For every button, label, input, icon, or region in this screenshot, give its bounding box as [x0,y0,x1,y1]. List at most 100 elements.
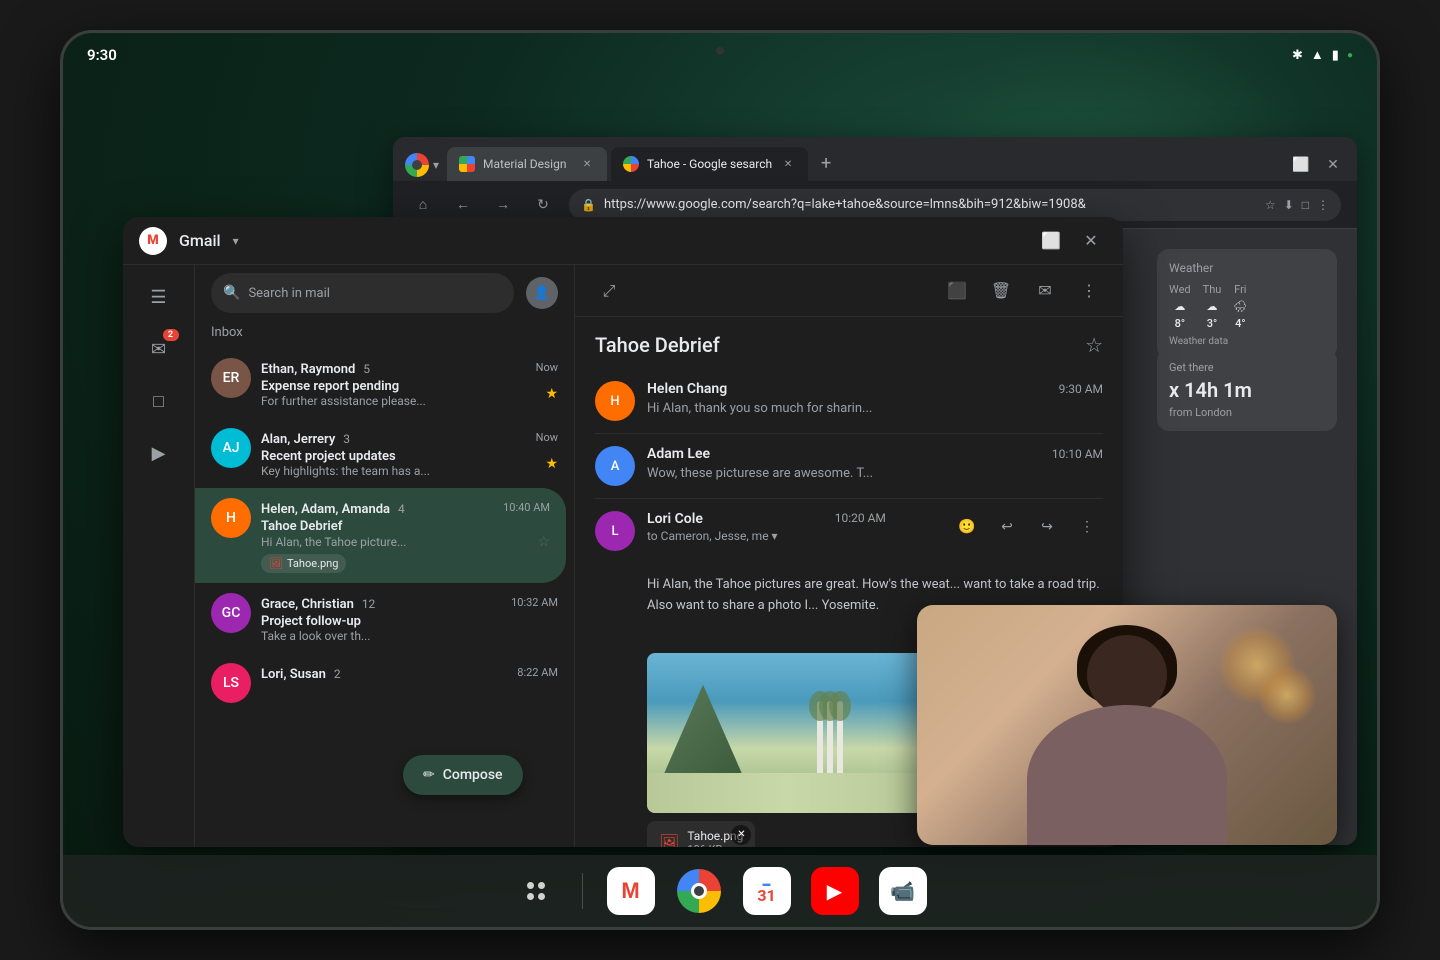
dock-chrome[interactable] [675,867,723,915]
download-icon[interactable]: ⬇ [1284,198,1294,212]
green-dot-icon: ● [1347,50,1353,61]
email2-sender: Alan, Jerrery [261,432,335,447]
gmail-maximize[interactable]: ⬜ [1035,225,1067,257]
email-item-2[interactable]: AJ Alan, Jerrery 3 Now [195,418,574,488]
email-item-3-active[interactable]: H Helen, Adam, Amanda 4 10:40 AM Tahoe D… [195,488,566,583]
attachment-name: Tahoe.png [287,557,338,570]
dock-calendar[interactable]: ▬ 31 [743,867,791,915]
tab2-close[interactable]: ✕ [780,156,796,172]
detail-mark-unread[interactable]: ✉ [1027,273,1063,309]
menu-dots-icon[interactable]: ⋮ [1317,198,1329,212]
weather-day-wed: Wed ☁ 8° [1169,283,1191,330]
thread-item-2[interactable]: A Adam Lee 10:10 AM Wow, these picturese… [595,434,1103,499]
lock-icon: 🔒 [581,198,596,212]
weather-day-fri: Fri 🌧 4° [1233,283,1247,330]
get-there-from: from London [1169,406,1325,419]
get-there-time: x 14h 1m [1169,378,1325,402]
email2-avatar: AJ [211,428,251,468]
wed-label: Wed [1169,283,1191,296]
gmail-dropdown-icon[interactable]: ▾ [233,234,239,248]
tab2-title: Tahoe - Google sesarch [647,157,772,171]
email5-avatar: LS [211,663,251,703]
email1-star[interactable]: ★ [545,386,558,402]
thread3-time: 10:20 AM [835,511,894,525]
star-bookmark-icon[interactable]: ☆ [1265,198,1276,212]
all-apps-button[interactable] [514,869,558,913]
thread1-preview: Hi Alan, thank you so much for sharin... [647,401,1103,416]
taskbar-divider [582,873,583,909]
detail-delete[interactable]: 🗑 [983,273,1019,309]
taskbar: M ▬ 31 ▶ 📹 [63,855,1377,927]
person-head [1087,635,1167,715]
birch-3 [837,701,843,781]
search-bar[interactable]: 🔍 Search in mail [211,273,514,313]
thu-icon: ☁ [1206,300,1217,313]
email3-attachment-chip[interactable]: 🖼 Tahoe.png [261,554,346,573]
address-bar-input[interactable]: 🔒 https://www.google.com/search?q=lake+t… [569,189,1341,221]
gmail-logo: M [139,227,167,255]
dock-gmail[interactable]: M [607,867,655,915]
email1-sender: Ethan, Raymond [261,362,355,377]
dock-youtube[interactable]: ▶ [811,867,859,915]
email-item-5[interactable]: LS Lori, Susan 2 8:22 AM [195,653,574,713]
thread3-forward[interactable]: ↪ [1031,511,1063,543]
dock-meet[interactable]: 📹 [879,867,927,915]
nav-forward[interactable]: → [489,191,517,219]
birch-trees [817,701,843,781]
wed-temp: 8° [1175,317,1185,330]
thread2-content: Adam Lee 10:10 AM Wow, these picturese a… [647,446,1103,486]
compose-pencil-icon: ✏ [423,767,435,783]
mail-badge: 2 [163,329,179,341]
email1-avatar: ER [211,358,251,398]
chrome-close[interactable]: ✕ [1321,153,1345,177]
thread3-sender-info: Lori Cole to Cameron, Jesse, me ▾ [647,511,778,543]
detail-more[interactable]: ⋮ [1071,273,1107,309]
email2-count: 3 [343,432,350,446]
tab-tahoe-search[interactable]: Tahoe - Google sesarch ✕ [611,147,808,181]
extension-icon[interactable]: □ [1302,198,1309,212]
thread3-more[interactable]: ⋮ [1071,511,1103,543]
address-url: https://www.google.com/search?q=lake+tah… [604,197,1257,212]
mail-icon: ✉ [151,339,166,360]
sidebar-menu[interactable]: ☰ [135,273,183,321]
email-item-4[interactable]: GC Grace, Christian 12 10:32 AM Project … [195,583,574,653]
sidebar-chat[interactable]: □ [135,377,183,425]
compose-button[interactable]: ✏ Compose [403,755,523,795]
email4-avatar: GC [211,593,251,633]
email2-star[interactable]: ★ [545,456,558,472]
email3-star[interactable]: ☆ [537,534,550,550]
attachment-close[interactable]: ✕ [731,825,751,845]
chrome-maximize[interactable]: ⬜ [1289,153,1313,177]
thread3-to[interactable]: to Cameron, Jesse, me ▾ [647,529,778,543]
battery-icon: ▮ [1332,48,1339,63]
user-avatar[interactable]: 👤 [526,277,558,309]
status-bar: 9:30 ✱ ▲ ▮ ● [63,33,1377,77]
youtube-icon: ▶ [827,879,842,903]
detail-archive[interactable]: ⬛ [939,273,975,309]
tab1-close[interactable]: ✕ [579,156,595,172]
thread3-reply[interactable]: ↩ [991,511,1023,543]
sidebar-video[interactable]: ▶ [135,429,183,477]
email-item-1[interactable]: ER Ethan, Raymond 5 Now [195,348,574,418]
thread3-emoji[interactable]: 🙂 [951,511,983,543]
sidebar-mail[interactable]: ✉ 2 [135,325,183,373]
detail-star[interactable]: ☆ [1085,333,1103,357]
nav-home[interactable]: ⌂ [409,191,437,219]
thread-item-1[interactable]: H Helen Chang 9:30 AM Hi Alan, thank you… [595,369,1103,434]
email5-time: 8:22 AM [517,666,558,679]
new-tab-button[interactable]: + [812,149,840,177]
get-there-label: Get there [1169,361,1325,374]
nav-back[interactable]: ← [449,191,477,219]
thread1-content: Helen Chang 9:30 AM Hi Alan, thank you s… [647,381,1103,421]
weather-days: Wed ☁ 8° Thu ☁ 3° Fri 🌧 4° [1169,283,1325,330]
chrome-dropdown[interactable]: ▾ [433,158,439,172]
video-bg [917,605,1337,845]
tab2-favicon [623,156,639,172]
image-icon: 🖼 [269,557,283,570]
gmail-close[interactable]: ✕ [1075,225,1107,257]
chrome-logo[interactable] [405,153,429,177]
tab-material-design[interactable]: Material Design ✕ [447,147,607,181]
search-placeholder: Search in mail [248,286,330,301]
nav-refresh[interactable]: ↻ [529,191,557,219]
detail-expand[interactable]: ⤢ [591,273,627,309]
